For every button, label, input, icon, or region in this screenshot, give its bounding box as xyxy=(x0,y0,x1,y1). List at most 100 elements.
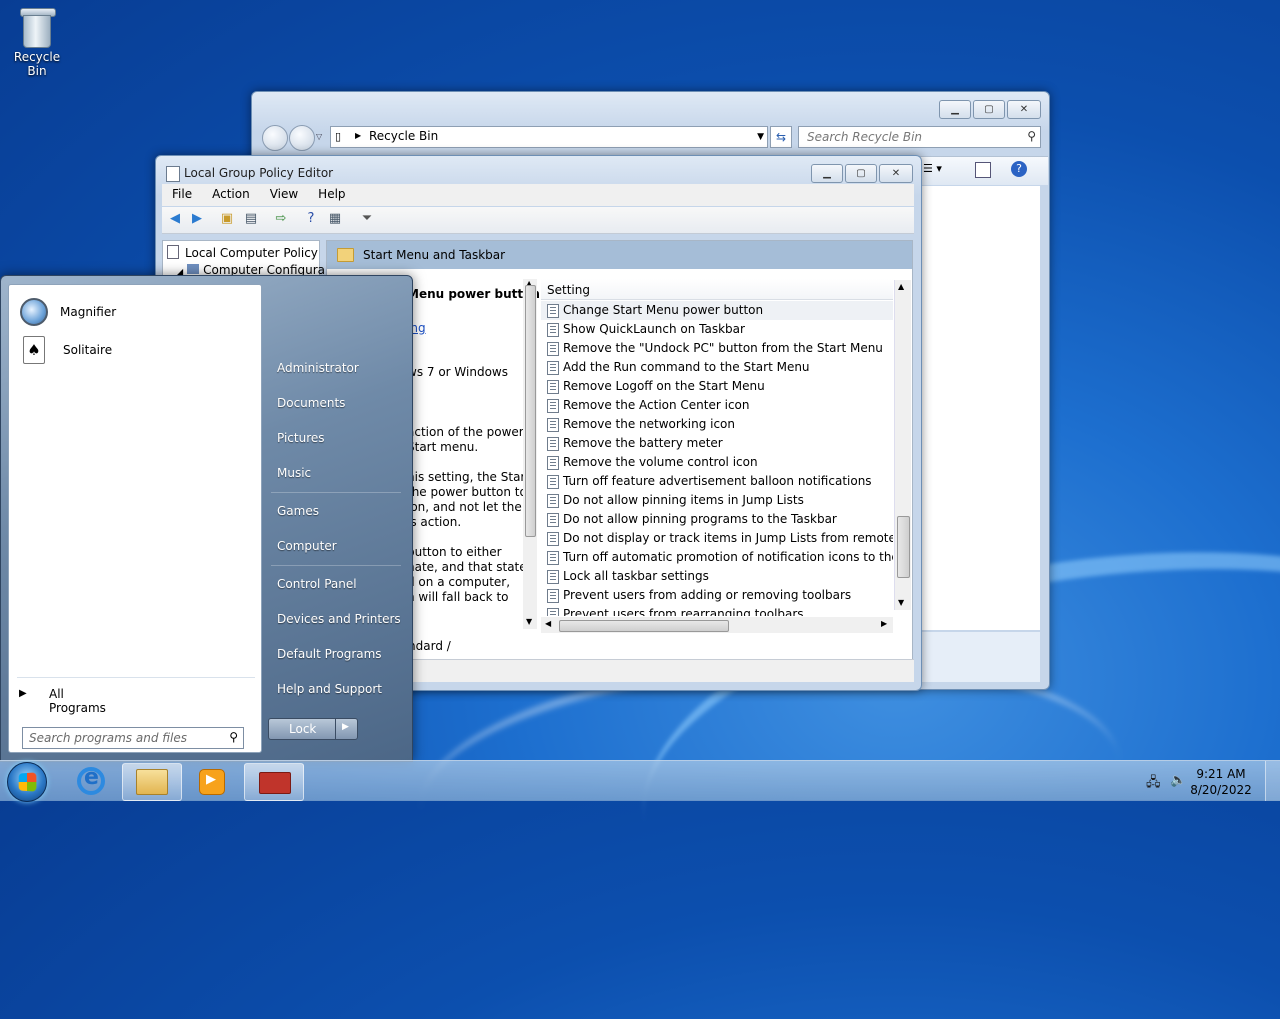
recycle-bin-small-icon: ▯ xyxy=(335,130,342,143)
forward-button[interactable] xyxy=(289,125,315,151)
start-item-music[interactable]: Music xyxy=(277,466,311,480)
minimize-button[interactable]: ▁ xyxy=(939,100,971,119)
description-line: his setting, the Start xyxy=(407,470,531,484)
start-item-documents[interactable]: Documents xyxy=(277,396,345,410)
policy-icon xyxy=(167,245,179,259)
policy-setting-icon xyxy=(547,342,559,356)
description-line: ion, and not let the xyxy=(407,500,522,514)
description-line: n will fall back to xyxy=(407,590,509,604)
divider xyxy=(271,565,401,566)
policy-setting-icon xyxy=(547,513,559,527)
close-button[interactable]: ✕ xyxy=(1007,100,1041,119)
start-item-pictures[interactable]: Pictures xyxy=(277,431,325,445)
toolbox-icon xyxy=(259,772,291,794)
folder-icon xyxy=(337,248,354,262)
back-button[interactable] xyxy=(262,125,288,151)
taskbar: 🖧 🔈 9:21 AM 8/20/2022 xyxy=(0,760,1280,802)
search-placeholder: Search Recycle Bin xyxy=(807,130,923,144)
start-item-devices-and-printers[interactable]: Devices and Printers xyxy=(277,612,401,626)
list-item[interactable]: Remove the Action Center icon xyxy=(541,396,893,415)
preview-pane-icon[interactable] xyxy=(975,162,991,178)
filter-icon[interactable]: ⏷ xyxy=(358,211,376,227)
list-item[interactable]: Turn off feature advertisement balloon n… xyxy=(541,472,893,491)
close-button[interactable]: ✕ xyxy=(879,164,913,183)
help-icon[interactable]: ? xyxy=(302,211,320,227)
list-item[interactable]: Show QuickLaunch on Taskbar xyxy=(541,320,893,339)
list-item[interactable]: Change Start Menu power button xyxy=(541,301,893,320)
start-button[interactable] xyxy=(7,762,47,802)
settings-horizontal-scrollbar[interactable]: ◀ ▶ xyxy=(541,617,893,633)
policy-setting-icon xyxy=(547,437,559,451)
show-hide-tree-icon[interactable]: ▤ xyxy=(242,211,260,227)
list-item[interactable]: Remove the volume control icon xyxy=(541,453,893,472)
program-magnifier[interactable]: Magnifier xyxy=(17,295,253,329)
policy-setting-icon xyxy=(547,475,559,489)
list-item[interactable]: Lock all taskbar settings xyxy=(541,567,893,586)
recycle-bin-label: Recycle Bin xyxy=(13,50,61,78)
list-item[interactable]: Do not allow pinning items in Jump Lists xyxy=(541,491,893,510)
list-item[interactable]: Prevent users from rearranging toolbars xyxy=(541,605,893,616)
column-header-setting[interactable]: Setting xyxy=(541,279,893,300)
lock-button[interactable]: Lock ▶ xyxy=(268,718,358,740)
properties-icon[interactable]: ▦ xyxy=(326,211,344,227)
breadcrumb-arrow-icon[interactable]: ▶ xyxy=(355,131,361,140)
program-solitaire[interactable]: ♠ Solitaire xyxy=(17,333,253,367)
maximize-button[interactable]: ▢ xyxy=(973,100,1005,119)
start-item-control-panel[interactable]: Control Panel xyxy=(277,577,357,591)
start-menu-places-pane: Administrator Documents Pictures Music G… xyxy=(263,276,411,756)
folder-icon xyxy=(136,769,168,795)
policy-setting-icon xyxy=(547,418,559,432)
search-icon: ⚲ xyxy=(229,730,238,744)
network-icon[interactable]: 🖧 xyxy=(1146,773,1161,795)
search-recycle-bin-input[interactable]: Search Recycle Bin ⚲ xyxy=(798,126,1041,148)
recycle-bin-desktop-icon[interactable]: Recycle Bin xyxy=(4,6,70,78)
policy-setting-icon xyxy=(547,380,559,394)
window-title: Local Group Policy Editor xyxy=(184,166,334,180)
settings-vertical-scrollbar[interactable]: ▲ ▼ xyxy=(894,280,911,610)
policy-setting-icon xyxy=(547,494,559,508)
menu-action[interactable]: Action xyxy=(202,184,260,206)
description-line: ws 7 or Windows xyxy=(407,365,508,379)
forward-arrow-icon[interactable]: ▶ xyxy=(188,211,206,227)
address-bar[interactable]: ▯ ▶ Recycle Bin ▼ xyxy=(330,126,768,148)
list-item[interactable]: Add the Run command to the Start Menu xyxy=(541,358,893,377)
policy-setting-icon xyxy=(547,361,559,375)
maximize-button[interactable]: ▢ xyxy=(845,164,877,183)
clock[interactable]: 9:21 AM 8/20/2022 xyxy=(1186,766,1256,798)
refresh-button[interactable]: ⇆ xyxy=(770,126,792,148)
address-dropdown-icon[interactable]: ▼ xyxy=(757,132,764,142)
explorer-content-area xyxy=(920,186,1040,630)
start-item-computer[interactable]: Computer xyxy=(277,539,337,553)
recent-pages-chevron-icon[interactable]: ▽ xyxy=(316,132,322,141)
help-icon[interactable]: ? xyxy=(1011,161,1027,177)
divider xyxy=(17,677,255,678)
minimize-button[interactable]: ▁ xyxy=(811,164,843,183)
view-options-icon[interactable]: ☰ ▾ xyxy=(923,162,942,175)
magnifier-icon xyxy=(20,298,48,326)
start-item-help-and-support[interactable]: Help and Support xyxy=(277,682,382,696)
up-folder-icon[interactable]: ▣ xyxy=(218,211,236,227)
list-item[interactable]: Do not display or track items in Jump Li… xyxy=(541,529,893,548)
policy-setting-icon xyxy=(547,608,559,616)
list-item[interactable]: Do not allow pinning programs to the Tas… xyxy=(541,510,893,529)
list-item[interactable]: Remove the "Undock PC" button from the S… xyxy=(541,339,893,358)
chevron-right-icon[interactable]: ▶ xyxy=(342,722,349,732)
description-scrollbar[interactable]: ▲ ▼ xyxy=(523,279,537,629)
menu-file[interactable]: File xyxy=(162,184,202,206)
start-item-administrator[interactable]: Administrator xyxy=(277,361,359,375)
volume-icon[interactable]: 🔈 xyxy=(1170,773,1186,788)
export-list-icon[interactable]: ⇨ xyxy=(272,211,290,227)
list-item[interactable]: Remove Logoff on the Start Menu xyxy=(541,377,893,396)
tree-item-local-computer-policy[interactable]: Local Computer Policy xyxy=(167,245,318,260)
start-item-default-programs[interactable]: Default Programs xyxy=(277,647,382,661)
list-item[interactable]: Prevent users from adding or removing to… xyxy=(541,586,893,605)
menu-view[interactable]: View xyxy=(260,184,308,206)
show-desktop-button[interactable] xyxy=(1265,761,1280,801)
back-arrow-icon[interactable]: ◀ xyxy=(166,211,184,227)
start-item-games[interactable]: Games xyxy=(277,504,319,518)
list-item[interactable]: Remove the battery meter xyxy=(541,434,893,453)
search-programs-input[interactable]: Search programs and files ⚲ xyxy=(22,727,244,749)
menu-help[interactable]: Help xyxy=(308,184,355,206)
list-item[interactable]: Turn off automatic promotion of notifica… xyxy=(541,548,893,567)
list-item[interactable]: Remove the networking icon xyxy=(541,415,893,434)
